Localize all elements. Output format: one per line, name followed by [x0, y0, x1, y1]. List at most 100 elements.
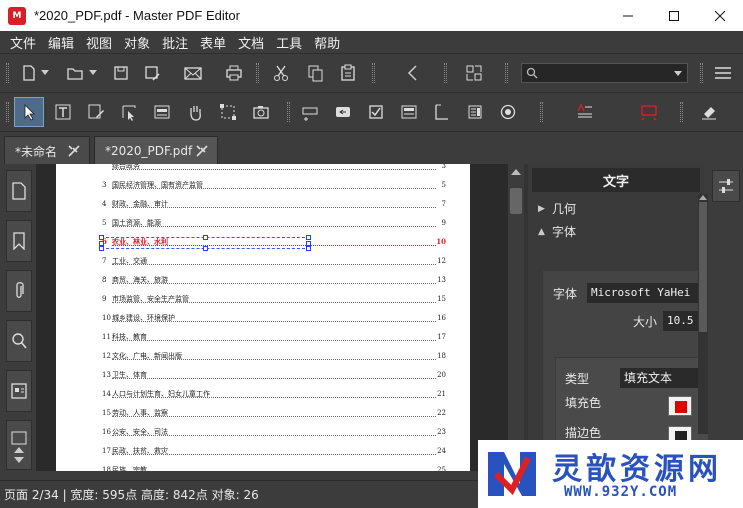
document-view[interactable]: 综合政务 3 3 国民经济管理、国有资产监管 5 4 财政、金融、审计 7 5 国土资源、能源 9 6… — [36, 164, 524, 471]
open-dropdown-button[interactable] — [86, 60, 100, 86]
paste-button[interactable] — [335, 60, 361, 86]
toolbar-grip[interactable] — [287, 102, 290, 122]
save-button[interactable] — [108, 60, 134, 86]
attachments-panel-button[interactable] — [6, 270, 32, 312]
toc-entry[interactable]: 18 民族、宗教 25 — [102, 464, 446, 471]
search-panel-button[interactable] — [6, 320, 32, 362]
toolbar-grip[interactable] — [505, 63, 508, 83]
search-input[interactable] — [540, 65, 670, 81]
tab-2020-pdf[interactable]: *2020_PDF.pdf — [94, 136, 218, 165]
resize-handle[interactable] — [99, 246, 104, 251]
fill-color-swatch[interactable] — [668, 396, 692, 416]
toc-entry[interactable]: 16 公安、安全、司法 23 — [102, 426, 446, 438]
redaction-button[interactable] — [636, 99, 662, 125]
font-select[interactable]: Microsoft YaHei — [587, 283, 709, 303]
resize-handle[interactable] — [306, 235, 311, 240]
toc-entry[interactable]: 3 国民经济管理、国有资产监管 5 — [102, 179, 446, 191]
signatures-panel-button[interactable] — [6, 420, 32, 470]
scrollbar-thumb[interactable] — [510, 188, 522, 214]
select-tool-button[interactable] — [14, 97, 44, 127]
section-font[interactable]: ▲ 字体 — [538, 223, 576, 240]
insert-text-button[interactable] — [572, 99, 598, 125]
list-field-button[interactable] — [429, 99, 455, 125]
type-select[interactable]: 填充文本 — [620, 368, 710, 388]
resize-handle[interactable] — [99, 235, 104, 240]
checkbox-field-button[interactable] — [363, 99, 389, 125]
tab-untitled[interactable]: *未命名 — [4, 136, 90, 165]
toc-entry[interactable]: 7 工业、交通 12 — [102, 255, 446, 267]
toc-entry[interactable]: 14 人口与计划生育、妇女儿童工作 21 — [102, 388, 446, 400]
toc-entry[interactable]: 10 城乡建设、环境保护 16 — [102, 312, 446, 324]
menu-object[interactable]: 对象 — [118, 33, 156, 52]
cut-button[interactable] — [268, 60, 294, 86]
toc-entry[interactable]: 9 市场监管、安全生产监管 15 — [102, 293, 446, 305]
menu-view[interactable]: 视图 — [80, 33, 118, 52]
email-button[interactable] — [180, 60, 206, 86]
toolbar-grip[interactable] — [700, 63, 703, 83]
document-scrollbar[interactable] — [508, 164, 524, 471]
page-layout-button[interactable] — [461, 60, 487, 86]
toc-entry[interactable]: 11 科技、教育 17 — [102, 331, 446, 343]
toolbar-grip[interactable] — [372, 63, 375, 83]
toc-entry[interactable]: 17 民政、扶贫、救灾 24 — [102, 445, 446, 457]
scrollbar-thumb[interactable] — [699, 202, 707, 332]
toc-entry[interactable]: 5 国土资源、能源 9 — [102, 217, 446, 229]
toc-entry[interactable]: 综合政务 3 — [102, 164, 446, 172]
form-tool-button[interactable] — [149, 99, 175, 125]
menu-help[interactable]: 帮助 — [308, 33, 346, 52]
link-tool-button[interactable] — [116, 99, 142, 125]
toolbar-grip[interactable] — [6, 63, 9, 83]
radio-field-button[interactable] — [495, 99, 521, 125]
menu-file[interactable]: 文件 — [4, 33, 42, 52]
section-geometry[interactable]: ▶ 几何 — [538, 200, 576, 217]
toolbar-grip[interactable] — [6, 102, 9, 122]
text-field-button[interactable] — [297, 99, 323, 125]
panel-scrollbar[interactable] — [698, 194, 708, 434]
pdf-page[interactable]: 综合政务 3 3 国民经济管理、国有资产监管 5 4 财政、金融、审计 7 5 国土资源、能源 9 6… — [56, 164, 470, 471]
toc-entry[interactable]: 8 商贸、海关、旅游 13 — [102, 274, 446, 286]
search-box[interactable] — [521, 63, 688, 83]
chevron-up-icon[interactable] — [14, 447, 24, 453]
pages-panel-button[interactable] — [6, 170, 32, 212]
menu-comment[interactable]: 批注 — [156, 33, 194, 52]
edit-object-button[interactable] — [83, 99, 109, 125]
print-button[interactable] — [221, 60, 247, 86]
copy-button[interactable] — [302, 60, 328, 86]
edit-text-button[interactable] — [50, 99, 76, 125]
selected-text-box[interactable] — [99, 235, 311, 251]
button-field-button[interactable] — [330, 99, 356, 125]
close-button[interactable] — [697, 0, 743, 31]
eraser-button[interactable] — [696, 99, 722, 125]
layers-panel-button[interactable] — [6, 370, 32, 412]
close-tab-icon[interactable] — [67, 144, 81, 158]
chevron-up-icon[interactable] — [511, 169, 521, 175]
menu-tools[interactable]: 工具 — [270, 33, 308, 52]
resize-handle[interactable] — [203, 235, 208, 240]
bookmarks-panel-button[interactable] — [6, 220, 32, 262]
toc-entry[interactable]: 13 卫生、体育 20 — [102, 369, 446, 381]
toc-entry[interactable]: 4 财政、金融、审计 7 — [102, 198, 446, 210]
hand-tool-button[interactable] — [182, 99, 208, 125]
menu-form[interactable]: 表单 — [194, 33, 232, 52]
toc-entry[interactable]: 12 文化、广电、新闻出版 18 — [102, 350, 446, 362]
toolbar-grip[interactable] — [256, 63, 259, 83]
toolbar-grip[interactable] — [680, 102, 683, 122]
save-as-button[interactable] — [139, 60, 165, 86]
marquee-tool-button[interactable] — [215, 99, 241, 125]
chevron-down-icon[interactable] — [14, 457, 24, 463]
back-button[interactable] — [400, 60, 426, 86]
new-dropdown-button[interactable] — [38, 60, 52, 86]
close-tab-icon[interactable] — [195, 144, 209, 158]
hamburger-menu-button[interactable] — [710, 60, 736, 86]
resize-handle[interactable] — [203, 246, 208, 251]
chevron-down-icon[interactable] — [674, 71, 682, 77]
minimize-button[interactable] — [605, 0, 651, 31]
toolbar-grip[interactable] — [540, 102, 543, 122]
properties-toggle-button[interactable] — [712, 170, 740, 202]
list-box-button[interactable] — [462, 99, 488, 125]
menu-edit[interactable]: 编辑 — [42, 33, 80, 52]
snapshot-button[interactable] — [248, 99, 274, 125]
open-button[interactable] — [62, 60, 88, 86]
combo-field-button[interactable] — [396, 99, 422, 125]
chevron-up-icon[interactable] — [699, 195, 707, 200]
